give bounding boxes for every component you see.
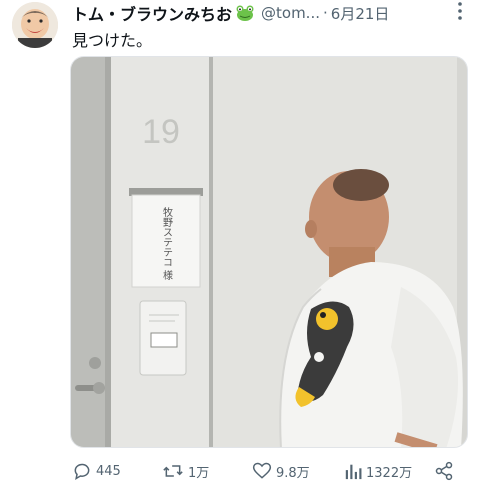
like-button[interactable]: 9.8万 (252, 458, 310, 484)
like-count: 9.8万 (276, 465, 310, 481)
separator-dot: · (323, 4, 328, 22)
retweet-button[interactable]: 1万 (162, 458, 209, 484)
avatar[interactable] (12, 2, 58, 48)
reply-count: 445 (96, 463, 121, 479)
views-button[interactable]: 1322万 (344, 458, 412, 484)
tweet-header: トム・ブラウンみちお @tom... · 6月21日 (72, 0, 472, 26)
tweet-photo[interactable]: 19 牧野ステテコ 様 (70, 56, 468, 448)
tweet-date[interactable]: 6月21日 (331, 3, 390, 24)
author-name[interactable]: トム・ブラウンみちお (72, 1, 232, 25)
author-handle[interactable]: @tom... (261, 4, 320, 22)
share-button[interactable] (434, 458, 458, 484)
retweet-icon (163, 465, 183, 477)
tweet-text: 見つけた。 (72, 31, 153, 50)
frog-emoji-icon (235, 4, 255, 22)
reply-icon (74, 463, 90, 481)
views-count: 1322万 (366, 465, 413, 481)
name-sign: 牧野ステテコ 様 (161, 206, 173, 280)
retweet-count: 1万 (188, 465, 210, 481)
reply-button[interactable]: 445 (72, 458, 121, 484)
more-options-icon[interactable] (448, 0, 472, 24)
room-number: 19 (142, 113, 180, 151)
share-icon (435, 461, 453, 481)
action-bar: 445 1万 9.8万 1322万 (72, 458, 462, 484)
heart-icon (252, 462, 272, 479)
views-chart-icon (345, 464, 362, 480)
